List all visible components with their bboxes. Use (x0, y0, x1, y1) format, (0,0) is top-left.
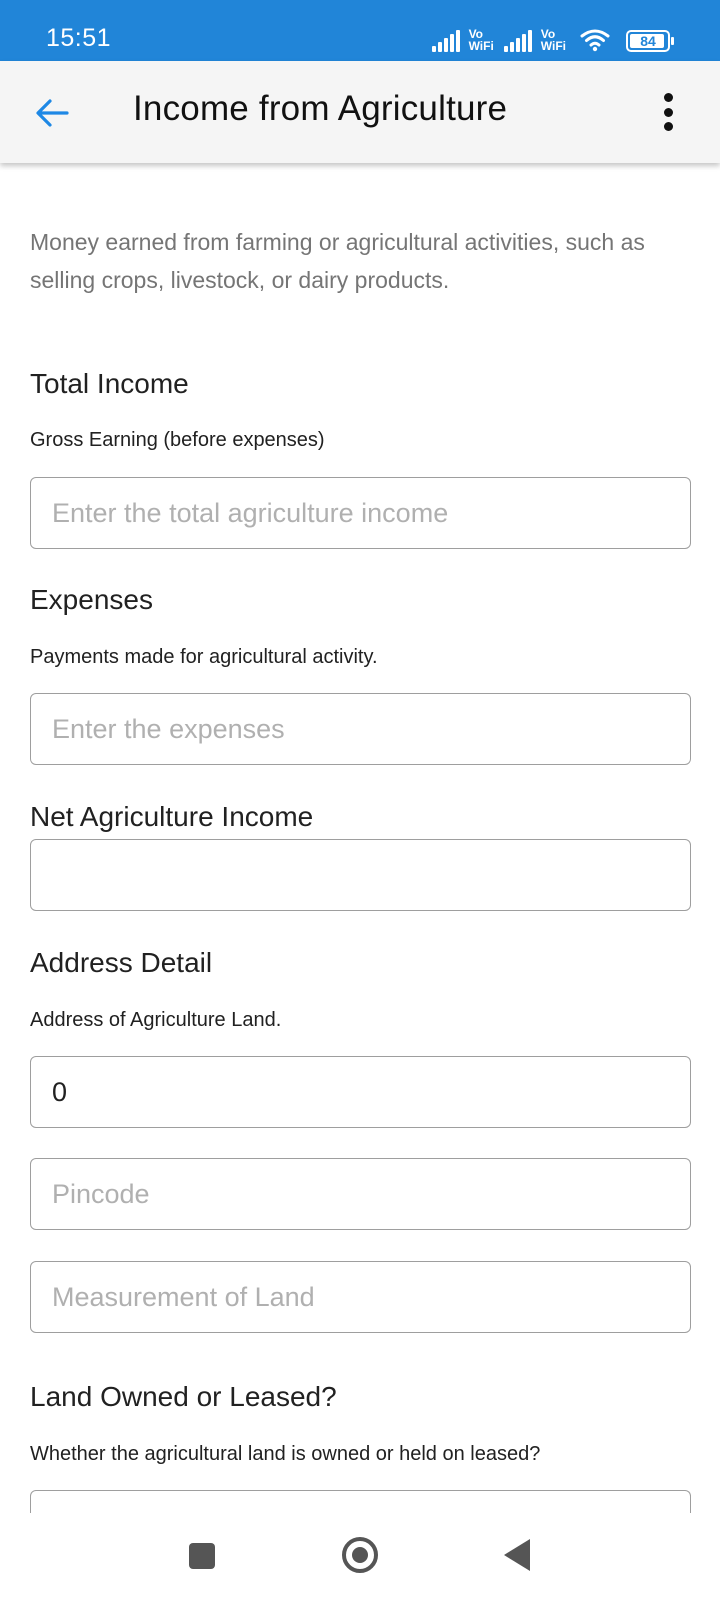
arrow-left-icon (36, 99, 69, 127)
expenses-subtitle: Payments made for agricultural activity. (30, 646, 378, 668)
status-bar: 15:51 Vo WiFi Vo WiFi 84 (0, 0, 720, 61)
net-income-title: Net Agriculture Income (30, 801, 314, 832)
wifi-icon (580, 29, 610, 52)
form-content[interactable]: Money earned from farming or agricultura… (0, 163, 720, 1513)
expenses-input[interactable] (52, 694, 690, 764)
app-bar: Income from Agriculture (0, 61, 720, 163)
signal-icon (431, 30, 460, 52)
address-field[interactable]: 0 (30, 1056, 691, 1128)
circle-icon[interactable] (342, 1537, 378, 1573)
total-income-title: Total Income (30, 368, 189, 399)
status-icons: Vo WiFi Vo WiFi 84 (431, 22, 674, 53)
total-income-field[interactable] (30, 477, 691, 549)
triangle-back-icon[interactable] (504, 1539, 530, 1571)
land-owned-subtitle: Whether the agricultural land is owned o… (30, 1443, 541, 1465)
back-button[interactable] (30, 91, 74, 135)
expenses-title: Expenses (30, 584, 153, 615)
vowifi-label: Vo WiFi (540, 27, 566, 53)
square-icon[interactable] (189, 1543, 215, 1569)
signal-icon (503, 30, 532, 52)
more-vertical-icon (663, 93, 673, 102)
total-income-subtitle: Gross Earning (before expenses) (30, 429, 325, 451)
measurement-input[interactable] (52, 1262, 690, 1332)
expenses-field[interactable] (30, 693, 691, 765)
battery-level: 84 (640, 33, 656, 49)
vowifi-label: Vo WiFi (468, 27, 494, 53)
net-income-input[interactable] (52, 840, 690, 910)
address-title: Address Detail (30, 947, 213, 978)
address-value[interactable]: 0 (52, 1077, 67, 1108)
net-income-field[interactable] (30, 839, 691, 911)
page-title: Income from Agriculture (133, 89, 508, 128)
intro-description: Money earned from farming or agricultura… (30, 229, 645, 293)
measurement-field[interactable] (30, 1261, 691, 1333)
battery-icon: 84 (626, 30, 674, 52)
pincode-input[interactable] (52, 1159, 690, 1229)
more-options-button[interactable] (658, 89, 678, 135)
pincode-field[interactable] (30, 1158, 691, 1230)
system-nav-bar (0, 1513, 720, 1600)
land-owned-dropdown[interactable] (30, 1490, 691, 1513)
status-time: 15:51 (46, 24, 112, 52)
total-income-input[interactable] (52, 478, 690, 548)
address-subtitle: Address of Agriculture Land. (30, 1009, 282, 1031)
screen: 15:51 Vo WiFi Vo WiFi 84 Income from Agr… (0, 0, 720, 1600)
land-owned-title: Land Owned or Leased? (30, 1381, 337, 1412)
